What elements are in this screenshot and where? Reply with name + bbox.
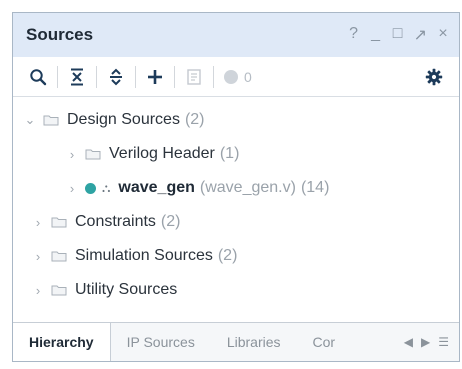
collapse-all-icon xyxy=(71,68,83,85)
folder-icon xyxy=(85,148,101,160)
panel-title: Sources xyxy=(26,25,94,44)
source-tree: ⌄ Design Sources (2) › Verilog Header (1… xyxy=(13,97,459,307)
close-icon[interactable]: × xyxy=(437,25,449,45)
folder-icon xyxy=(51,216,67,228)
search-icon xyxy=(30,68,47,85)
add-icon xyxy=(148,69,162,84)
toolbar: 0 xyxy=(13,57,459,97)
gear-icon xyxy=(425,68,443,85)
search-button[interactable] xyxy=(23,62,53,92)
tab-scroll-right-icon[interactable]: ▶ xyxy=(421,335,430,349)
maximize-icon[interactable]: □ xyxy=(392,25,404,45)
status-dot-icon xyxy=(85,182,96,194)
status-count: 0 xyxy=(244,68,252,85)
chevron-right-icon[interactable]: › xyxy=(31,283,45,298)
help-icon[interactable]: ? xyxy=(348,25,360,45)
tab-ip-sources[interactable]: IP Sources xyxy=(111,323,211,361)
toolbar-separator xyxy=(135,65,136,88)
tree-item-label: Utility Sources xyxy=(75,281,178,298)
toolbar-separator xyxy=(174,65,175,88)
tree-item-utility-sources[interactable]: › Utility Sources xyxy=(13,273,459,307)
chevron-right-icon[interactable]: › xyxy=(31,249,45,264)
bottom-tabs: Hierarchy IP Sources Libraries Cor ◀ ▶ ☰ xyxy=(13,322,459,361)
chevron-right-icon[interactable]: › xyxy=(65,147,79,162)
expand-all-icon xyxy=(110,68,122,85)
toolbar-separator xyxy=(213,65,214,88)
folder-icon xyxy=(43,114,59,126)
tab-hierarchy[interactable]: Hierarchy xyxy=(13,323,111,361)
tab-scroll-left-icon[interactable]: ◀ xyxy=(404,335,413,349)
float-icon[interactable]: ↗ xyxy=(414,25,427,45)
tree-item-label: Constraints xyxy=(75,213,156,230)
minimize-icon[interactable]: _ xyxy=(370,25,382,45)
tab-compile-order[interactable]: Cor xyxy=(297,323,352,361)
tree-item-verilog-header[interactable]: › Verilog Header (1) xyxy=(13,137,459,171)
toolbar-separator xyxy=(96,65,97,88)
tab-scroll-buttons: ◀ ▶ ☰ xyxy=(404,335,459,349)
tree-item-count: (1) xyxy=(219,145,240,162)
folder-icon xyxy=(51,284,67,296)
tree-item-wave-gen[interactable]: › ⛬ wave_gen (wave_gen.v) (14) xyxy=(13,171,459,205)
tree-item-label: wave_gen xyxy=(118,179,195,196)
window-buttons: ? _ □ ↗ × xyxy=(348,25,449,45)
hierarchy-icon: ⛬ xyxy=(102,180,111,195)
tree-item-file: (wave_gen.v) xyxy=(199,179,296,196)
collapse-all-button[interactable] xyxy=(62,62,92,92)
panel-title-bar: Sources ? _ □ ↗ × xyxy=(13,13,459,57)
tree-item-count: (2) xyxy=(160,213,181,230)
chevron-right-icon[interactable]: › xyxy=(31,215,45,230)
toolbar-separator xyxy=(57,65,58,88)
tree-item-count: (14) xyxy=(300,179,330,196)
properties-icon xyxy=(187,68,201,85)
status-dot-icon xyxy=(224,69,238,84)
expand-all-button[interactable] xyxy=(101,62,131,92)
chevron-down-icon[interactable]: ⌄ xyxy=(23,112,37,128)
tree-item-count: (2) xyxy=(184,111,205,128)
properties-button[interactable] xyxy=(179,62,209,92)
tree-item-constraints[interactable]: › Constraints (2) xyxy=(13,205,459,239)
chevron-right-icon[interactable]: › xyxy=(65,181,79,196)
tree-item-label: Design Sources xyxy=(67,111,180,128)
tree-item-design-sources[interactable]: ⌄ Design Sources (2) xyxy=(13,103,459,137)
tree-item-label: Verilog Header xyxy=(109,145,215,162)
tree-item-count: (2) xyxy=(217,247,238,264)
tree-item-simulation-sources[interactable]: › Simulation Sources (2) xyxy=(13,239,459,273)
status-badge[interactable]: 0 xyxy=(224,69,252,85)
tab-libraries[interactable]: Libraries xyxy=(211,323,297,361)
add-sources-button[interactable] xyxy=(140,62,170,92)
settings-button[interactable] xyxy=(419,62,449,92)
tree-item-label: Simulation Sources xyxy=(75,247,213,264)
tab-menu-icon[interactable]: ☰ xyxy=(438,335,449,349)
sources-panel: Sources ? _ □ ↗ × 0 ⌄ Design Sources (2)… xyxy=(12,12,460,362)
folder-icon xyxy=(51,250,67,262)
